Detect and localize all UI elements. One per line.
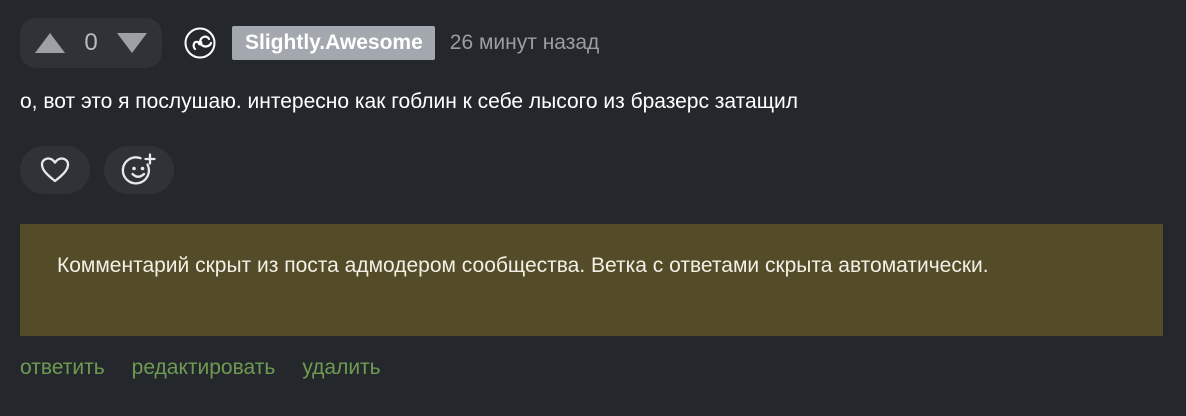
avatar[interactable]: [184, 27, 216, 59]
downvote-button[interactable]: [116, 31, 148, 55]
author-name[interactable]: Slightly.Awesome: [232, 26, 435, 60]
comment-actions: ответить редактировать удалить: [20, 356, 408, 380]
reactions-bar: [20, 146, 188, 194]
delete-link[interactable]: удалить: [302, 356, 380, 380]
upvote-button[interactable]: [34, 31, 66, 55]
rating-count: 0: [84, 29, 98, 56]
heart-icon: [40, 157, 70, 183]
comment-header: 0 Slightly.Awesome 26 минут назад: [20, 18, 1163, 68]
add-reaction-button[interactable]: [104, 146, 174, 194]
like-button[interactable]: [20, 146, 90, 194]
triangle-down-icon: [116, 33, 147, 53]
reply-link[interactable]: ответить: [20, 356, 105, 380]
spiral-avatar-icon: [184, 27, 216, 59]
edit-link[interactable]: редактировать: [132, 356, 276, 380]
comment: 0 Slightly.Awesome 26 минут назад о, вот…: [20, 18, 1163, 379]
comment-text: о, вот это я послушаю. интересно как гоб…: [20, 90, 798, 113]
comment-timestamp[interactable]: 26 минут назад: [450, 31, 600, 55]
triangle-up-icon: [35, 33, 65, 53]
smiley-plus-icon: [121, 153, 156, 185]
hidden-comment-notice: Комментарий скрыт из поста адмодером соо…: [20, 224, 1163, 336]
vote-box: 0: [20, 18, 162, 68]
